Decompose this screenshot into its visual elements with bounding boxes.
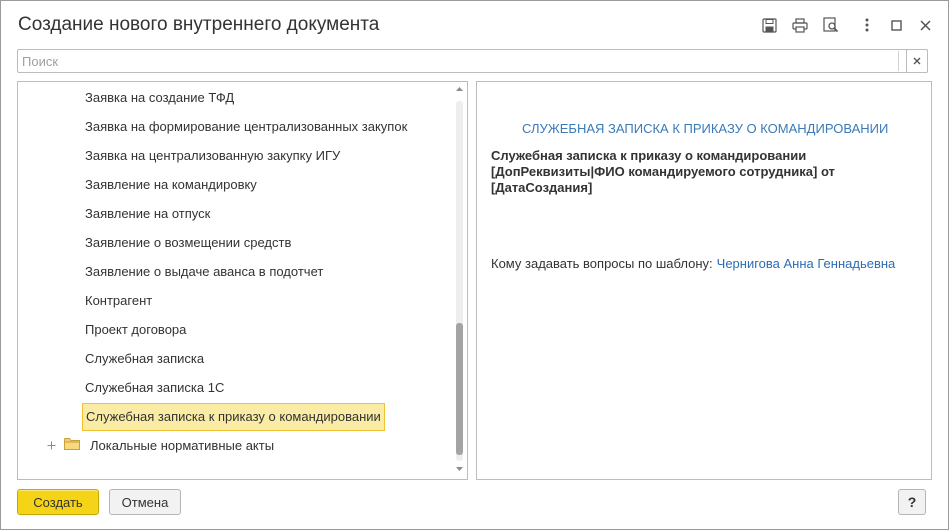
more-icon[interactable]	[857, 14, 877, 36]
dialog-window: Создание нового внутреннего документа За…	[0, 0, 949, 530]
tree-item[interactable]: Контрагент	[85, 291, 152, 311]
scroll-track[interactable]	[456, 101, 463, 461]
tree-item[interactable]: Проект договора	[85, 320, 186, 340]
save-icon[interactable]	[759, 14, 779, 36]
tree-item[interactable]: Служебная записка	[85, 349, 204, 369]
folder-icon	[64, 437, 80, 453]
tree-item[interactable]: Заявление о возмещении средств	[85, 233, 291, 253]
preview-icon[interactable]	[821, 14, 841, 36]
search-clear-button[interactable]	[906, 49, 928, 73]
scroll-down-arrow-icon[interactable]	[455, 465, 463, 473]
preview-body-line: [ДатаСоздания]	[491, 180, 593, 195]
preview-body-line: Служебная записка к приказу о командиров…	[491, 148, 807, 163]
scroll-up-arrow-icon[interactable]	[455, 85, 463, 93]
clear-icon	[913, 57, 921, 65]
search-box	[17, 49, 928, 73]
preview-body: Служебная записка к приказу о командиров…	[491, 148, 911, 196]
preview-body-line: [ДопРеквизиты|ФИО командируемого сотрудн…	[491, 164, 835, 179]
create-button[interactable]: Создать	[17, 489, 99, 515]
window-title: Создание нового внутреннего документа	[18, 14, 380, 35]
print-icon[interactable]	[790, 14, 810, 36]
tree-item[interactable]: Заявка на создание ТФД	[85, 88, 234, 108]
scroll-thumb[interactable]	[456, 323, 463, 455]
tree-item[interactable]: Заявка на централизованную закупку ИГУ	[85, 146, 340, 166]
tree-group-local-acts[interactable]: Локальные нормативные акты	[46, 434, 274, 456]
close-icon[interactable]	[915, 14, 935, 36]
tree-item-selected[interactable]: Служебная записка к приказу о командиров…	[82, 403, 385, 431]
expand-plus-icon[interactable]	[46, 440, 56, 450]
preview-contact: Кому задавать вопросы по шаблону: Черниго…	[491, 256, 895, 271]
preview-title: СЛУЖЕБНАЯ ЗАПИСКА К ПРИКАЗУ О КОМАНДИРОВ…	[522, 121, 889, 136]
template-preview: СЛУЖЕБНАЯ ЗАПИСКА К ПРИКАЗУ О КОМАНДИРОВ…	[476, 81, 932, 480]
tree-item[interactable]: Заявление о выдаче аванса в подотчет	[85, 262, 323, 282]
search-input[interactable]	[18, 50, 880, 72]
contact-link[interactable]: Чернигова Анна Геннадьевна	[717, 256, 896, 271]
maximize-icon[interactable]	[886, 14, 906, 36]
tree-group-label: Локальные нормативные акты	[90, 437, 275, 453]
tree-item[interactable]: Заявление на командировку	[85, 175, 257, 195]
tree-item[interactable]: Заявка на формирование централизованных …	[85, 117, 407, 137]
contact-label: Кому задавать вопросы по шаблону:	[491, 256, 713, 271]
tree-item[interactable]: Служебная записка 1С	[85, 378, 224, 398]
cancel-button[interactable]: Отмена	[109, 489, 181, 515]
help-button[interactable]: ?	[898, 489, 926, 515]
template-tree: Заявка на создание ТФД Заявка на формиро…	[17, 81, 468, 480]
tree-item[interactable]: Заявление на отпуск	[85, 204, 210, 224]
tree-scrollbar[interactable]	[454, 85, 464, 476]
